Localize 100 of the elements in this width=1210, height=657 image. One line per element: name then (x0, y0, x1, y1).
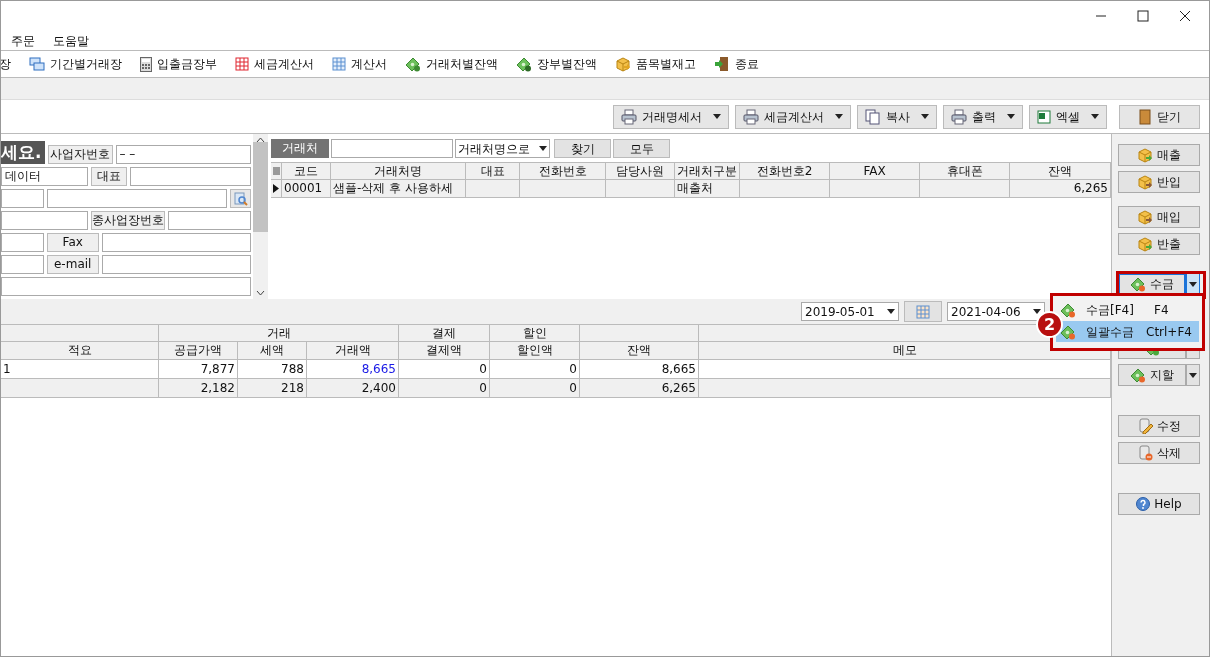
column-header[interactable]: FAX (830, 163, 920, 179)
form-heading: 세요. (1, 141, 45, 164)
shortcut-label: F4 (1154, 301, 1169, 319)
table-cell: 8,665 (307, 360, 399, 378)
menu-item[interactable]: 도움말 (53, 31, 89, 50)
banknote-icon (1060, 301, 1076, 318)
toolbar-action-button[interactable]: 닫기 (1119, 104, 1200, 129)
menu-item[interactable]: 주문 (11, 31, 35, 50)
toolbar-button[interactable]: 종료 (714, 55, 759, 73)
column-header[interactable]: 거래처명 (331, 163, 466, 179)
column-header[interactable]: 코드 (282, 163, 331, 179)
dropdown-toggle[interactable] (1186, 364, 1200, 386)
toolbar-action-button[interactable]: 거래명세서 (613, 104, 729, 129)
box-icon (1137, 174, 1153, 190)
toolbar-button[interactable]: 장부별잔액 (516, 55, 597, 73)
toolbar-button[interactable]: 계산서 (332, 55, 387, 73)
column-header[interactable]: 휴대폰 (920, 163, 1010, 179)
table-cell: 샘플-삭제 후 사용하세 (331, 180, 466, 197)
text-field[interactable] (1, 211, 88, 230)
row-selector-icon (272, 166, 280, 176)
windows-icon (29, 56, 45, 72)
column-header[interactable]: 결제액 (399, 342, 490, 359)
scroll-up-icon[interactable] (256, 137, 265, 143)
date-picker[interactable]: 2021-04-06 (947, 302, 1045, 321)
column-header[interactable]: 잔액 (580, 342, 699, 359)
caret-icon (1189, 372, 1197, 378)
search-button[interactable]: 찾기 (554, 139, 611, 158)
table-cell: 218 (238, 379, 307, 397)
text-field[interactable] (1, 255, 44, 274)
caret-icon (713, 114, 721, 119)
toolbar-action-button[interactable]: 출력 (943, 104, 1023, 129)
sidebar-button[interactable]: 수정 (1118, 415, 1200, 437)
search-type-dropdown[interactable]: 거래처명으로 (455, 139, 550, 158)
sidebar-button[interactable]: 매입 (1118, 206, 1200, 228)
banknote-icon (516, 56, 532, 72)
table-cell: 0 (490, 379, 580, 397)
caret-icon (887, 309, 895, 314)
search-field[interactable] (331, 139, 453, 158)
sidebar-button[interactable]: 매출 (1118, 144, 1200, 166)
column-header[interactable]: 담당사원 (606, 163, 675, 179)
table-cell: 6,265 (580, 379, 699, 397)
toolbar-button[interactable]: 입출금장부 (140, 55, 217, 73)
toolbar-action-button[interactable]: 엑셀 (1029, 104, 1107, 129)
banknote-icon (1130, 367, 1146, 383)
column-header[interactable]: 전화번호2 (740, 163, 830, 179)
box-icon (1137, 147, 1153, 163)
toolbar-action-button[interactable]: 복사 (857, 104, 937, 129)
lookup-button[interactable] (230, 189, 251, 208)
text-field[interactable] (1, 233, 44, 252)
text-field[interactable] (101, 233, 251, 252)
sidebar-button[interactable]: Help (1118, 493, 1200, 515)
toolbar-action-button[interactable]: 세금계산서 (735, 104, 851, 129)
help-icon (1136, 497, 1151, 511)
column-header[interactable]: 거래액 (307, 342, 399, 359)
scroll-down-icon[interactable] (256, 290, 265, 296)
sidebar-button[interactable]: 반입 (1118, 171, 1200, 193)
search-button[interactable]: 모두 (613, 139, 670, 158)
column-header[interactable]: 전화번호 (520, 163, 606, 179)
calendar-button[interactable] (904, 301, 942, 322)
sidebar-button[interactable]: 반출 (1118, 233, 1200, 255)
date-picker[interactable]: 2019-05-01 (801, 302, 899, 321)
column-header[interactable]: 잔액 (1010, 163, 1111, 179)
column-group-header: 할인 (490, 325, 580, 341)
table-cell: 0 (490, 360, 580, 378)
text-field[interactable] (101, 255, 251, 274)
table-cell: 6,265 (1010, 180, 1111, 197)
column-header[interactable]: 거래처구분 (675, 163, 740, 179)
field-label: Fax (46, 233, 99, 252)
printer-icon (743, 108, 759, 125)
column-header[interactable]: 대표 (466, 163, 520, 179)
menu-item[interactable]: 일괄수금 Ctrl+F4 (1056, 321, 1199, 342)
copy-icon (865, 108, 881, 125)
sidebar-button[interactable]: 삭제 (1118, 442, 1200, 464)
table-cell: 00001 (282, 180, 331, 197)
text-field[interactable] (1, 189, 44, 208)
maximize-icon[interactable] (1137, 10, 1149, 22)
column-header[interactable]: 적요 (1, 342, 159, 359)
text-field[interactable] (47, 189, 227, 208)
box-icon (1137, 236, 1153, 252)
column-header[interactable]: 공급가액 (159, 342, 238, 359)
toolbar-button[interactable]: 세금계산서 (235, 55, 314, 73)
text-field[interactable]: – – (115, 145, 251, 164)
spreadsheet-icon (1037, 109, 1051, 124)
column-header[interactable]: 세액 (238, 342, 307, 359)
toolbar-button[interactable]: 품목별재고 (615, 55, 696, 73)
column-header[interactable]: 할인액 (490, 342, 580, 359)
sidebar-button[interactable]: 지할 (1118, 364, 1186, 386)
banknote-icon (1060, 323, 1076, 340)
text-field[interactable] (1, 277, 251, 296)
scrollbar[interactable] (253, 134, 268, 299)
text-field[interactable]: 데이터 (1, 167, 89, 186)
table-icon (916, 304, 930, 319)
scroll-thumb[interactable] (253, 141, 268, 232)
search-label: 거래처 (271, 139, 329, 158)
text-field[interactable] (167, 211, 251, 230)
toolbar-button[interactable]: 기간별거래장 (29, 55, 122, 73)
toolbar-button[interactable]: 거래처별잔액 (405, 55, 498, 73)
close-icon[interactable] (1179, 10, 1191, 22)
text-field[interactable] (130, 167, 251, 186)
table-row[interactable]: 00001 샘플-삭제 후 사용하세 매출처 6,265 (271, 180, 1111, 198)
